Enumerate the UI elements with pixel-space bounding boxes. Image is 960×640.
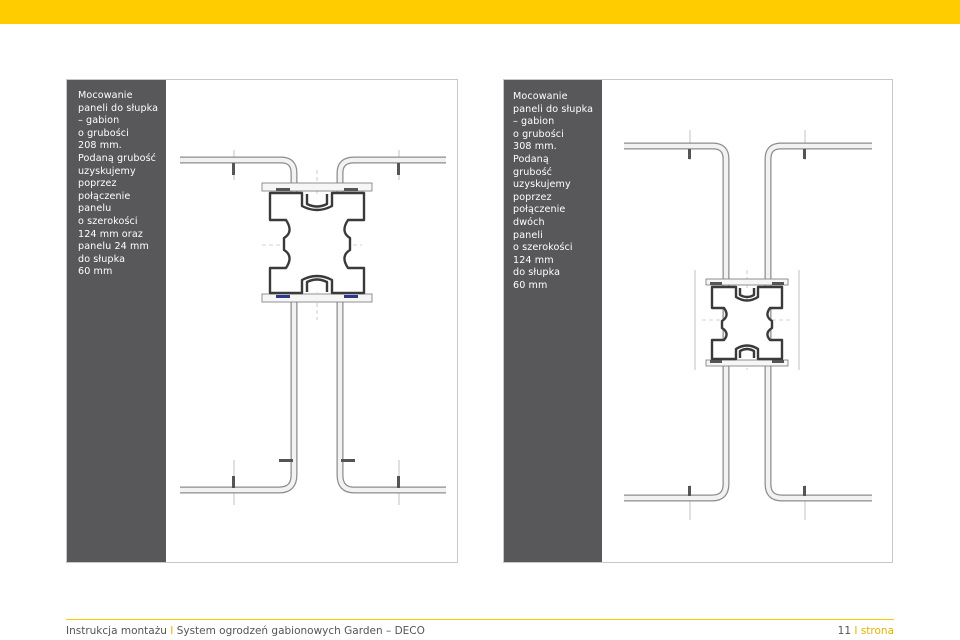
clip-mark [688, 486, 691, 496]
clip-mark [397, 476, 400, 488]
right-description-text: Mocowanie paneli do słupka – gabion o gr… [513, 91, 594, 291]
left-description-text: Mocowanie paneli do słupka – gabion o gr… [78, 90, 159, 278]
clip-mark [710, 282, 722, 285]
footer-title: Instrukcja montażu I System ogrodzeń gab… [66, 625, 425, 637]
right-mesh-panel [764, 142, 872, 502]
page-separator: I [854, 625, 858, 637]
clip-mark [803, 149, 806, 159]
left-diagram-panel: Mocowanie paneli do słupka – gabion o gr… [66, 79, 458, 563]
post-top-slot [305, 194, 329, 208]
footer-separator: I [170, 625, 174, 637]
clip-mark [688, 149, 691, 159]
clip-mark [344, 188, 358, 191]
clip-mark [772, 282, 784, 285]
right-description-sidebar: Mocowanie paneli do słupka – gabion o gr… [504, 80, 602, 562]
post-bottom-slot [738, 347, 756, 358]
footer-title-part2: System ogrodzeń gabionowych Garden – DEC… [176, 625, 425, 637]
clip-mark [232, 476, 235, 488]
clip-mark [803, 486, 806, 496]
clip-mark [279, 459, 293, 462]
clip-mark [344, 295, 358, 298]
clip-mark [232, 163, 235, 175]
clip-mark [397, 163, 400, 175]
clip-mark [772, 360, 784, 363]
right-mesh-panel-inner [765, 143, 872, 501]
right-post-mounting-drawing [624, 130, 872, 520]
clip-mark [276, 295, 290, 298]
post-top-slot [738, 288, 756, 299]
clip-mark [276, 188, 290, 191]
page-label: strona [860, 625, 894, 637]
footer-divider [66, 619, 894, 620]
footer-page-info: 11 I strona [838, 625, 894, 637]
footer-title-part1: Instrukcja montażu [66, 625, 167, 637]
clip-mark [710, 360, 722, 363]
left-mesh-panel-inner [624, 143, 729, 501]
top-accent-bar [0, 0, 960, 24]
left-post-mounting-drawing [180, 150, 446, 505]
left-mesh-panel [624, 142, 730, 502]
left-description-sidebar: Mocowanie paneli do słupka – gabion o gr… [67, 80, 166, 562]
page-number: 11 [837, 625, 852, 637]
clip-mark [341, 459, 355, 462]
right-diagram-panel: Mocowanie paneli do słupka – gabion o gr… [503, 79, 893, 563]
post-bottom-slot [305, 278, 329, 292]
